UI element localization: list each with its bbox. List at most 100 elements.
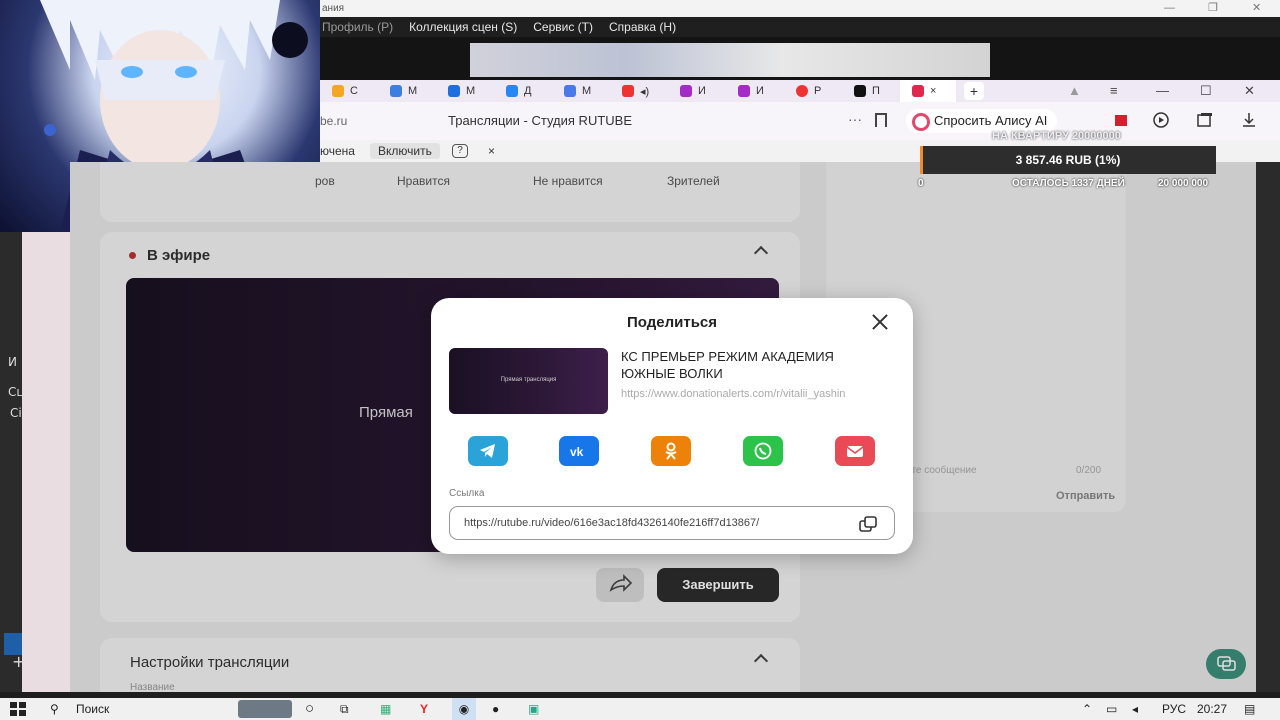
- tab-close-icon[interactable]: ×: [930, 85, 936, 97]
- taskbar-search[interactable]: Поиск: [76, 698, 109, 720]
- share-whatsapp-button[interactable]: [743, 436, 783, 466]
- share-telegram-button[interactable]: [468, 436, 508, 466]
- menu-scene-collection[interactable]: Коллекция сцен (S): [409, 17, 517, 37]
- email-icon: [846, 446, 864, 457]
- help-icon[interactable]: ?: [452, 144, 468, 158]
- cortana-icon[interactable]: ○: [305, 698, 314, 720]
- video-thumbnail: Прямая трансляция: [449, 348, 608, 414]
- search-icon[interactable]: ⚲: [50, 698, 59, 720]
- rutube-favicon-icon: [912, 85, 924, 97]
- obs-side-label: И: [8, 355, 17, 369]
- tab-favicon-icon: [390, 85, 402, 97]
- notification-close-icon[interactable]: ×: [488, 140, 495, 162]
- browser-tab-active[interactable]: ×: [900, 80, 956, 102]
- obs-title: ания: [322, 3, 345, 14]
- donation-progress-bar: 3 857.46 RUB (1%): [920, 146, 1216, 174]
- collections-icon[interactable]: [1196, 112, 1214, 128]
- plus-icon[interactable]: +: [12, 652, 25, 671]
- browser-tab[interactable]: М: [378, 80, 436, 102]
- tab-favicon-icon: [796, 85, 808, 97]
- yandex-browser-icon[interactable]: Y: [420, 698, 428, 720]
- close-icon[interactable]: [871, 313, 889, 331]
- menu-help[interactable]: Справка (H): [609, 17, 676, 37]
- donation-goal-title: НА КВАРТИРУ 20000000: [992, 130, 1121, 142]
- browser-address-bar: be.ru Трансляции - Студия RUTUBE ··· Спр…: [320, 102, 1280, 140]
- close-icon[interactable]: ✕: [1252, 0, 1261, 17]
- close-icon[interactable]: ✕: [1244, 80, 1255, 102]
- share-link-field[interactable]: https://rutube.ru/video/616e3ac18fd43261…: [449, 506, 895, 540]
- windows-taskbar: ⚲ Поиск ○ ⧉ ▦ Y ◉ ● ▣ ⌃ ▭ ◂ РУС 20:27 ▤: [0, 698, 1280, 720]
- app-icon[interactable]: ▦: [380, 698, 391, 720]
- odnoklassniki-icon: [665, 442, 677, 460]
- tab-favicon-icon: [332, 85, 344, 97]
- media-icon[interactable]: [1152, 112, 1170, 128]
- enable-button[interactable]: Включить: [370, 143, 440, 159]
- minimize-icon[interactable]: —: [1156, 80, 1169, 102]
- obs-icon[interactable]: ●: [492, 698, 499, 720]
- share-link-value[interactable]: https://rutube.ru/video/616e3ac18fd43261…: [464, 517, 844, 529]
- vk-icon: vk: [570, 445, 584, 459]
- volume-icon[interactable]: ◂: [1132, 698, 1138, 720]
- donation-max: 20 000 000: [1158, 178, 1209, 189]
- download-icon[interactable]: [1240, 112, 1258, 128]
- taskbar-widget-image[interactable]: [238, 700, 292, 718]
- browser-tab-bar: С М М Д М ◂) И И Р П × + ▲ ≡ — ☐ ✕: [320, 80, 1280, 102]
- tab-label: М: [582, 85, 592, 97]
- notification-text: ючена: [320, 144, 355, 158]
- share-ok-button[interactable]: [651, 436, 691, 466]
- menu-icon[interactable]: ≡: [1110, 80, 1118, 102]
- copy-icon[interactable]: [858, 515, 878, 533]
- thumbnail-text: Прямая трансляция: [500, 377, 557, 383]
- obs-side-label: Сі: [10, 406, 22, 420]
- share-dialog: Поделиться Прямая трансляция КС ПРЕМЬЕР …: [431, 298, 913, 554]
- video-description-url[interactable]: https://www.donationalerts.com/r/vitalii…: [621, 387, 896, 401]
- browser-tab[interactable]: Р: [784, 80, 842, 102]
- new-tab-button[interactable]: +: [964, 82, 984, 100]
- donation-remaining: ОСТАЛОСЬ 1337 ДНЕЙ: [1012, 178, 1125, 189]
- windows-start-icon[interactable]: [10, 702, 26, 716]
- obs-right-panel: [1256, 162, 1280, 692]
- extension-icon[interactable]: [1112, 112, 1130, 128]
- obs-menu-bar: Профиль (P) Коллекция сцен (S) Сервис (T…: [320, 17, 1280, 37]
- menu-profile[interactable]: Профиль (P): [322, 17, 393, 37]
- more-icon[interactable]: ···: [848, 111, 862, 127]
- clock[interactable]: 20:27: [1197, 698, 1227, 720]
- tab-label: И: [756, 85, 764, 97]
- address-host[interactable]: be.ru: [320, 114, 347, 128]
- obs-preview-edge: [22, 230, 70, 692]
- notifications-icon[interactable]: ▤: [1244, 698, 1255, 720]
- browser-tab[interactable]: ◂): [610, 80, 668, 102]
- steam-icon[interactable]: ◉: [452, 698, 476, 720]
- tray-arrow-icon[interactable]: ⌃: [1082, 698, 1092, 720]
- tab-favicon-icon: [448, 85, 460, 97]
- app-icon[interactable]: ▣: [528, 698, 539, 720]
- network-icon[interactable]: ▭: [1106, 698, 1117, 720]
- browser-tab[interactable]: С: [320, 80, 378, 102]
- page-title[interactable]: Трансляции - Студия RUTUBE: [448, 113, 632, 128]
- obs-preview-strip: [320, 37, 1280, 80]
- browser-tab[interactable]: И: [726, 80, 784, 102]
- share-email-button[interactable]: [835, 436, 875, 466]
- task-view-icon[interactable]: ⧉: [340, 698, 349, 720]
- keyboard-language[interactable]: РУС: [1162, 698, 1186, 720]
- bookmark-icon[interactable]: [875, 113, 887, 127]
- maximize-icon[interactable]: ☐: [1200, 80, 1212, 102]
- link-label: Ссылка: [449, 488, 485, 499]
- maximize-icon[interactable]: ❐: [1208, 0, 1218, 17]
- tab-audio-icon: ◂): [640, 85, 650, 98]
- browser-tab[interactable]: Д: [494, 80, 552, 102]
- browser-tab[interactable]: П: [842, 80, 900, 102]
- menu-tools[interactable]: Сервис (T): [533, 17, 593, 37]
- share-vk-button[interactable]: vk: [559, 436, 599, 466]
- minimize-icon[interactable]: —: [1164, 0, 1175, 17]
- browser-tab[interactable]: М: [552, 80, 610, 102]
- profile-icon[interactable]: ▲: [1068, 80, 1081, 102]
- browser-tab[interactable]: И: [668, 80, 726, 102]
- share-buttons: vk: [468, 436, 876, 466]
- dialog-title: Поделиться: [626, 314, 718, 331]
- obs-left-panel: И Сц Сі +: [0, 230, 70, 692]
- browser-tab[interactable]: М: [436, 80, 494, 102]
- tab-favicon-icon: [738, 85, 750, 97]
- tab-label: Р: [814, 85, 822, 97]
- svg-text:vk: vk: [570, 445, 584, 459]
